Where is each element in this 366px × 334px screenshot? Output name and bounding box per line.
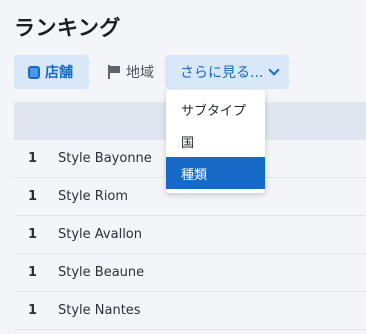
ranking-tabs: 店舗 地域 さらに見る... [14,55,289,89]
rank-cell: 1 [28,265,38,280]
chevron-down-icon [268,64,281,76]
tab-region[interactable]: 地域 [90,55,165,89]
rank-cell: 1 [28,303,38,318]
dropdown-item-label: 種類 [181,167,208,183]
dropdown-item-label: 国 [181,135,195,151]
table-row[interactable]: 1 Style Nantes [14,292,366,330]
table-row[interactable]: 1 Style Avallon [14,216,366,254]
rank-cell: 1 [28,189,38,204]
store-icon [28,65,40,79]
ranking-page: ランキング 店舗 地域 さらに見る... 1 Style Bayonne 1 S… [0,0,366,334]
tab-more-label: さらに見る... [180,65,264,81]
store-name-cell: Style Avallon [58,227,142,242]
more-dropdown-menu: サブタイプ 国 種類 [166,90,265,193]
dropdown-item-subtype[interactable]: サブタイプ [166,93,265,125]
flag-icon [107,65,121,79]
dropdown-item-type[interactable]: 種類 [166,157,265,189]
tab-more[interactable]: さらに見る... [165,55,289,89]
tab-region-label: 地域 [126,65,154,81]
tab-store[interactable]: 店舗 [14,55,89,89]
table-row[interactable]: 1 Style Beaune [14,254,366,292]
dropdown-item-label: サブタイプ [181,103,247,119]
store-name-cell: Style Beaune [58,265,145,280]
page-title: ランキング [14,16,121,40]
tab-store-label: 店舗 [45,65,73,81]
store-name-cell: Style Nantes [58,303,141,318]
rank-cell: 1 [28,151,38,166]
dropdown-item-country[interactable]: 国 [166,125,265,157]
rank-cell: 1 [28,227,38,242]
